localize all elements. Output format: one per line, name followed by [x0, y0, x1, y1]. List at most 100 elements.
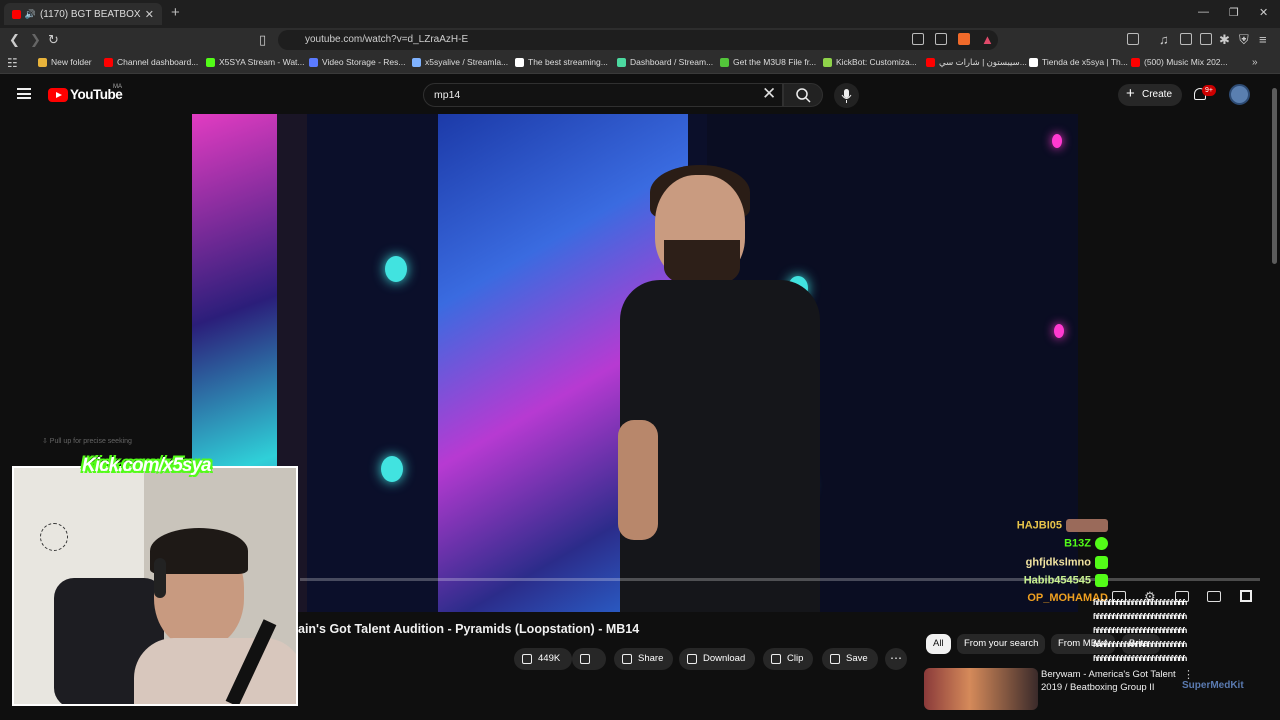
youtube-icon [926, 58, 935, 67]
screenshot-icon[interactable] [1127, 33, 1139, 45]
bookmark-page-icon[interactable]: ▯ [259, 32, 266, 48]
speaker-icon: 🔊 [24, 8, 36, 19]
close-window-button[interactable]: ✕ [1259, 6, 1268, 19]
create-button[interactable]: Create [1118, 83, 1182, 106]
bookmark-item[interactable]: Dashboard / Stream... [617, 57, 713, 67]
media-icon[interactable]: ♫ [1159, 32, 1169, 47]
dislike-button[interactable] [572, 648, 606, 670]
menu-icon[interactable]: ≡ [1259, 32, 1267, 47]
bookmark-item[interactable]: (500) Music Mix 202... [1131, 57, 1228, 67]
bookmark-item[interactable]: X5SYA Stream - Wat... [206, 57, 305, 67]
bookmark-item[interactable]: The best streaming... [515, 57, 608, 67]
chat-message: Habib454545 [1024, 574, 1108, 587]
forward-icon[interactable]: ❯ [30, 32, 41, 48]
search-input[interactable]: mp14 [423, 83, 783, 107]
webcam-overlay [12, 466, 298, 706]
chat-message: HAJBI05 [1017, 519, 1108, 532]
back-icon[interactable]: ❮ [9, 32, 20, 48]
stage-light [1054, 324, 1064, 338]
country-code: MA [113, 84, 122, 90]
brave-shields-icon[interactable] [958, 33, 970, 45]
stage-light [1052, 134, 1062, 148]
bookmark-item[interactable]: Video Storage - Res... [309, 57, 405, 67]
guide-menu-icon[interactable] [17, 88, 31, 99]
chat-username: Habib454545 [1023, 574, 1091, 587]
more-actions-button[interactable]: ⋯ [885, 648, 907, 670]
search-icon [796, 88, 811, 103]
close-tab-icon[interactable]: ✕ [145, 8, 154, 21]
share-page-icon[interactable] [935, 33, 947, 45]
clear-search-icon[interactable]: ✕ [762, 84, 776, 104]
kickbot-icon [823, 57, 832, 67]
page-scrollbar[interactable] [1272, 88, 1277, 264]
folder-icon [38, 57, 47, 67]
bookmark-item[interactable]: Get the M3U8 File fr... [720, 57, 816, 67]
suggestion-thumbnail[interactable] [924, 668, 1038, 710]
extensions-icon[interactable]: ✱ [1219, 32, 1230, 48]
chat-spam-text: ɦɦɦɦɦɦɦɦɦɦɦɦɦɦɦɦɦɦɦɦɦɦɦɦ [1093, 612, 1187, 621]
thumbs-down-icon [580, 654, 590, 664]
wall-clock-icon [40, 523, 68, 551]
diamond-icon [1029, 57, 1038, 67]
brave-rewards-icon[interactable]: ▲ [981, 32, 994, 47]
save-button[interactable]: Save [822, 648, 878, 670]
new-tab-button[interactable]: + [171, 4, 180, 21]
chat-spam-text: ɦɦɦɦɦɦɦɦɦɦɦɦɦɦɦɦɦɦɦɦɦɦɦɦ [1093, 640, 1187, 649]
search-button[interactable] [783, 83, 823, 107]
browser-tab[interactable]: 🔊 (1170) BGT BEATBOX GOLDEN ✕ [4, 3, 162, 25]
chat-username: HAJBI05 [1016, 519, 1062, 532]
bookmark-item[interactable]: x5syalive / Streamla... [412, 57, 508, 67]
chat-emote-icon [1095, 574, 1108, 587]
chat-emote-icon [1095, 556, 1108, 569]
chip-all[interactable]: All [926, 634, 951, 654]
maximize-button[interactable]: ❐ [1229, 6, 1239, 19]
chat-username: B13Z [1064, 537, 1091, 550]
youtube-icon [1131, 57, 1140, 67]
bookmark-item[interactable]: Channel dashboard... [104, 57, 198, 67]
sidebar-icon[interactable] [1180, 33, 1192, 45]
performer-arm [618, 420, 658, 540]
headphones-icon [154, 558, 166, 598]
clip-button[interactable]: Clip [763, 648, 814, 670]
thumbs-up-icon [522, 654, 532, 664]
stage-light [385, 256, 407, 282]
minimize-button[interactable]: — [1198, 6, 1209, 18]
chat-emote-icon [1095, 537, 1108, 550]
watermark: SuperMedKit [1182, 680, 1244, 691]
diamond-icon [515, 57, 524, 67]
account-avatar[interactable] [1229, 84, 1250, 105]
chat-username: ghfjdkslmno [1025, 556, 1091, 569]
chat-spam-text: ɦɦɦɦɦɦɦɦɦɦɦɦɦɦɦɦɦɦɦɦɦɦɦɦ [1093, 626, 1187, 635]
share-icon [622, 654, 632, 664]
bookmark-item[interactable]: Tienda de x5sya | Th... [1029, 57, 1128, 67]
wallet-icon[interactable] [1200, 33, 1212, 45]
notification-badge: 9+ [1202, 85, 1216, 96]
cast-icon[interactable] [912, 33, 924, 45]
youtube-favicon-icon [12, 9, 21, 19]
youtube-logo-icon[interactable] [48, 88, 68, 102]
bookmark-item[interactable]: سيبستون | شارات سي... [926, 57, 1027, 68]
reload-icon[interactable]: ↻ [48, 32, 59, 48]
apps-grid-icon[interactable]: ☷ [7, 56, 18, 70]
download-button[interactable]: Download [679, 648, 756, 670]
microphone-icon [841, 89, 852, 103]
address-bar[interactable]: youtube.com/watch?v=d_LZraAzH-E [278, 30, 998, 50]
stage-light [381, 456, 403, 482]
video-title: ain's Got Talent Audition - Pyramids (Lo… [298, 622, 640, 636]
bookmark-item[interactable]: New folder [38, 57, 92, 67]
voice-search-button[interactable] [834, 83, 859, 108]
vpn-shield-icon[interactable]: ⛨ [1239, 32, 1249, 48]
bookmark-item[interactable]: KickBot: Customiza... [823, 57, 917, 67]
streamlabs-icon [412, 57, 421, 67]
chip-from-your-search[interactable]: From your search [957, 634, 1046, 654]
video-progress-bar[interactable] [300, 578, 1260, 581]
fullscreen-icon[interactable] [1240, 590, 1252, 602]
share-button[interactable]: Share [614, 648, 674, 670]
kick-icon [206, 57, 215, 67]
scissors-icon [771, 654, 781, 664]
more-bookmarks-icon[interactable]: » [1252, 57, 1258, 68]
chat-emote-icon [1066, 519, 1108, 532]
dashboard-icon [617, 57, 626, 67]
like-button[interactable]: 449K [514, 648, 573, 670]
suggestion-title[interactable]: Berywam - America's Got Talent 2019 / Be… [1041, 668, 1181, 694]
